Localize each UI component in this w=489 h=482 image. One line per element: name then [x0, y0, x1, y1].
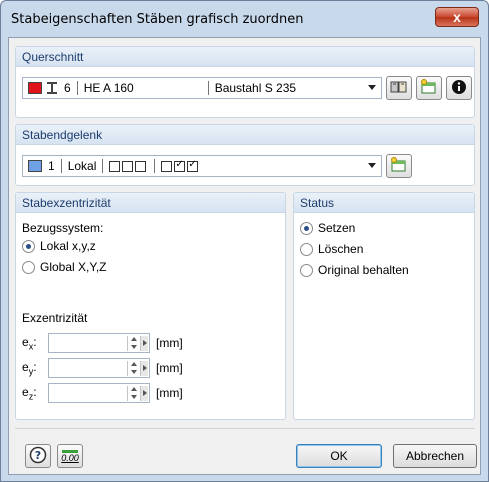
- checkbox-phiy-checked-icon: [174, 159, 186, 172]
- checkbox-phiz-checked-icon: [187, 159, 199, 172]
- stabexzentrizitaet-group: Stabexzentrizität Bezugssystem: Lokal x,…: [15, 192, 286, 420]
- caret-right-icon[interactable]: [140, 386, 148, 401]
- hinge-system: Lokal: [67, 159, 97, 173]
- new-item-icon: [420, 78, 438, 98]
- separator: [60, 159, 62, 173]
- separator: [154, 159, 156, 173]
- new-section-button[interactable]: [416, 76, 442, 100]
- help-button[interactable]: ?: [25, 444, 51, 468]
- stabexzentrizitaet-header: Stabexzentrizität: [16, 193, 285, 213]
- checkbox-uy-icon: [122, 160, 134, 172]
- hinge-select[interactable]: 1 Lokal: [22, 155, 382, 177]
- radio-global[interactable]: Global X,Y,Z: [22, 260, 106, 274]
- section-color-swatch: [28, 82, 42, 94]
- footer-divider: [15, 428, 475, 429]
- querschnitt-select[interactable]: 6 HE A 160 Baustahl S 235: [22, 77, 382, 99]
- radio-setzen[interactable]: Setzen: [300, 221, 355, 235]
- ey-input[interactable]: [48, 358, 150, 378]
- ex-input[interactable]: [48, 333, 150, 353]
- bezugssystem-label: Bezugssystem:: [22, 221, 104, 235]
- spinner-icon[interactable]: [127, 386, 140, 401]
- close-button[interactable]: x: [435, 7, 479, 27]
- section-material: Baustahl S 235: [214, 81, 297, 95]
- chevron-down-icon: [368, 85, 376, 90]
- section-number: 6: [64, 81, 71, 95]
- caret-right-icon[interactable]: [140, 361, 148, 376]
- window-title: Stabeigenschaften Stäben grafisch zuordn…: [11, 12, 304, 27]
- translation-checkbox-group: [109, 160, 148, 172]
- status-header: Status: [294, 193, 474, 213]
- radio-global-label: Global X,Y,Z: [40, 260, 107, 274]
- checkbox-uz-icon: [135, 160, 147, 172]
- checkbox-phix-icon: [161, 160, 173, 172]
- dialog-client: Querschnitt 6 HE A 160 Baustahl S 235 St…: [8, 37, 481, 475]
- units-decimals-icon: 0.00: [61, 449, 79, 463]
- radio-unselected-icon: [300, 242, 313, 256]
- radio-loeschen-label: Löschen: [318, 242, 364, 256]
- title-bar[interactable]: Stabeigenschaften Stäben grafisch zuordn…: [1, 1, 488, 37]
- rotation-checkbox-group: [161, 159, 200, 172]
- ex-unit: [mm]: [156, 336, 183, 350]
- radio-setzen-label: Setzen: [318, 221, 356, 235]
- info-icon: [451, 79, 467, 98]
- ex-label: ex:: [22, 335, 37, 352]
- ey-unit: [mm]: [156, 361, 183, 375]
- radio-unselected-icon: [22, 260, 35, 274]
- ey-label: ey:: [22, 360, 37, 377]
- ez-input[interactable]: [48, 383, 150, 403]
- hinge-number: 1: [48, 159, 55, 173]
- separator: [76, 81, 78, 95]
- separator: [207, 81, 209, 95]
- ok-button[interactable]: OK: [296, 444, 382, 468]
- ez-unit: [mm]: [156, 386, 183, 400]
- exzentrizitaet-label: Exzentrizität: [22, 311, 88, 325]
- section-info-button[interactable]: [446, 76, 472, 100]
- radio-selected-icon: [22, 239, 35, 253]
- spinner-icon[interactable]: [127, 361, 140, 376]
- section-profile: HE A 160: [83, 81, 134, 95]
- svg-text:?: ?: [35, 449, 41, 462]
- querschnitt-header: Querschnitt: [16, 47, 474, 67]
- chevron-down-icon: [368, 163, 376, 168]
- radio-original[interactable]: Original behalten: [300, 263, 409, 277]
- caret-right-icon[interactable]: [140, 336, 148, 351]
- close-icon: x: [453, 9, 461, 25]
- status-group: Status Setzen Löschen Original behalten: [293, 192, 475, 420]
- stabendgelenk-group: Stabendgelenk 1 Lokal: [15, 124, 475, 186]
- radio-loeschen[interactable]: Löschen: [300, 242, 363, 256]
- querschnitt-group: Querschnitt 6 HE A 160 Baustahl S 235: [15, 46, 475, 118]
- new-item-icon: [390, 156, 408, 176]
- new-hinge-button[interactable]: [386, 154, 412, 178]
- checkbox-ux-icon: [109, 160, 121, 172]
- stabendgelenk-header: Stabendgelenk: [16, 125, 474, 145]
- radio-lokal-label: Lokal x,y,z: [40, 239, 96, 253]
- radio-selected-icon: [300, 221, 313, 235]
- separator: [102, 159, 104, 173]
- radio-original-label: Original behalten: [318, 263, 409, 277]
- hinge-color-swatch: [28, 160, 42, 172]
- units-label: 0.00: [61, 452, 79, 463]
- library-books-icon: [390, 79, 408, 98]
- radio-unselected-icon: [300, 263, 313, 277]
- radio-lokal[interactable]: Lokal x,y,z: [22, 239, 96, 253]
- cancel-button[interactable]: Abbrechen: [393, 444, 477, 468]
- spinner-icon[interactable]: [127, 336, 140, 351]
- i-beam-icon: [46, 82, 58, 94]
- dialog-window: Stabeigenschaften Stäben grafisch zuordn…: [0, 0, 489, 482]
- units-decimals-button[interactable]: 0.00: [57, 444, 83, 468]
- ez-label: ez:: [22, 385, 37, 402]
- library-button[interactable]: [386, 76, 412, 100]
- help-icon: ?: [29, 446, 47, 467]
